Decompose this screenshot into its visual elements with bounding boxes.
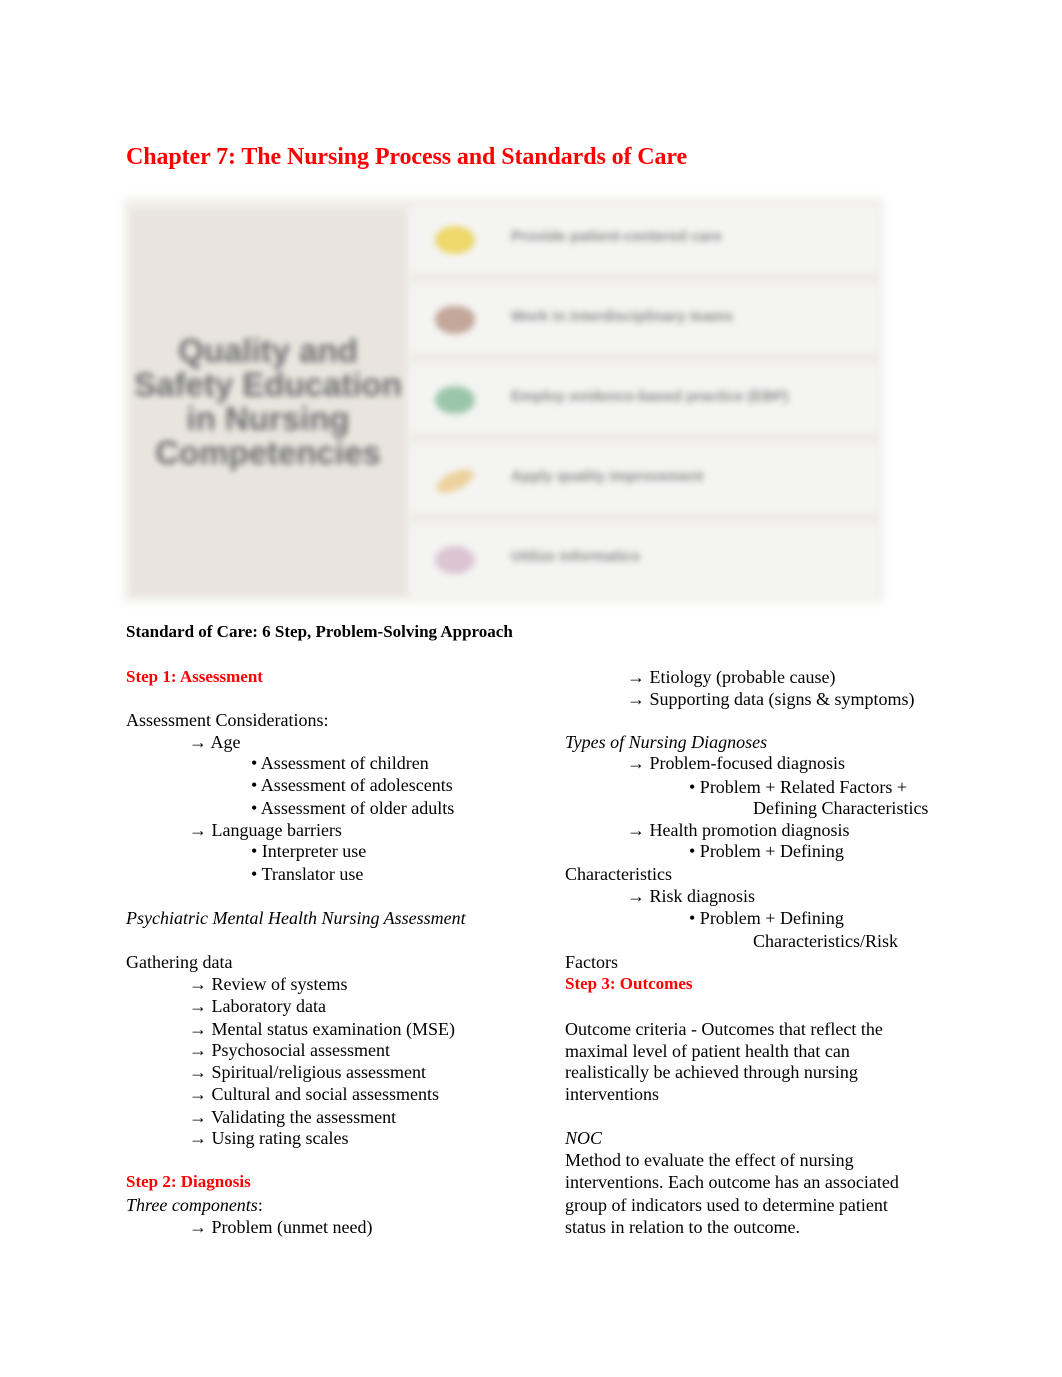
infographic-item-label: Employ evidence-based practice (EBP) [511,388,789,405]
sun-icon [435,226,475,254]
step2-heading: Step 2: Diagnosis [126,1172,251,1191]
infographic-items: Provide patient-centered care Work in in… [411,206,877,598]
noc-text-line: status in relation to the outcome. [565,1217,800,1237]
age-item: → Age [189,732,241,752]
outcome-criteria-line: maximal level of patient health that can [565,1041,850,1061]
gathering-item: → Spiritual/religious assessment [189,1062,426,1082]
check-icon [433,464,477,498]
diagnosis-type-detail: • Problem + Related Factors + [689,777,908,797]
diagnosis-type-detail: • Problem + Defining [689,841,844,861]
outcome-criteria-line: interventions [565,1084,659,1104]
diagnosis-type: → Problem-focused diagnosis [627,753,845,773]
infographic-item-label: Work in interdisciplinary teams [511,308,734,325]
gathering-item: → Psychosocial assessment [189,1040,390,1060]
outcome-criteria-line: Outcome criteria - Outcomes that reflect… [565,1019,883,1039]
assessment-considerations-label: Assessment Considerations: [126,710,329,730]
qsen-infographic: Quality and Safety Education in Nursing … [126,200,881,600]
diagnosis-types-heading: Types of Nursing Diagnoses [565,732,768,752]
gathering-data-label: Gathering data [126,952,233,972]
three-components-label: Three components: [126,1194,263,1216]
infographic-item-label: Provide patient-centered care [511,228,722,245]
age-subitem: • Assessment of adolescents [251,775,453,795]
infographic-item: Provide patient-centered care [411,206,877,282]
diagnosis-type-detail: Characteristics/Risk [753,931,898,951]
diagnosis-type-detail: Defining Characteristics [753,798,929,818]
infographic-item: Employ evidence-based practice (EBP) [411,366,877,442]
team-icon [435,306,475,334]
gathering-item: → Using rating scales [189,1128,349,1148]
three-components-colon: : [257,1195,263,1215]
psych-assessment-heading: Psychiatric Mental Health Nursing Assess… [126,908,466,928]
infographic-item: Apply quality improvement [411,446,877,522]
section-heading: Standard of Care: 6 Step, Problem-Solvin… [126,622,513,641]
language-subitem: • Translator use [251,864,364,884]
noc-text-line: Method to evaluate the effect of nursing [565,1150,854,1170]
step3-heading: Step 3: Outcomes [565,974,693,993]
noc-text-line: group of indicators used to determine pa… [565,1195,888,1215]
informatics-icon [435,546,475,574]
gathering-item: → Validating the assessment [189,1107,397,1127]
supporting-data-component: → Supporting data (signs & symptoms) [627,689,915,709]
etiology-component: → Etiology (probable cause) [627,667,836,687]
diagnosis-type: → Health promotion diagnosis [627,820,850,840]
noc-text-line: interventions. Each outcome has an assoc… [565,1172,899,1192]
problem-component: → Problem (unmet need) [189,1217,373,1237]
diagnosis-type-detail: Factors [565,952,618,972]
infographic-title: Quality and Safety Education in Nursing … [134,332,402,471]
noc-heading: NOC [565,1128,603,1148]
diagnosis-type-detail: • Problem + Defining [689,908,844,928]
language-barriers-item: → Language barriers [189,820,342,840]
infographic-item-label: Utilize informatics [511,548,641,565]
diagnosis-type-detail: Characteristics [565,864,672,884]
document-title: Chapter 7: The Nursing Process and Stand… [126,144,688,170]
step1-heading: Step 1: Assessment [126,667,263,686]
age-subitem: • Assessment of older adults [251,798,455,818]
three-components-text: Three components [126,1195,258,1215]
infographic-item-label: Apply quality improvement [511,468,704,485]
gathering-item: → Laboratory data [189,996,326,1016]
diagnosis-type: → Risk diagnosis [627,886,756,906]
infographic-item: Utilize informatics [411,526,877,598]
infographic-item: Work in interdisciplinary teams [411,286,877,362]
evidence-icon [435,386,475,414]
language-subitem: • Interpreter use [251,841,367,861]
gathering-item: → Cultural and social assessments [189,1084,439,1104]
gathering-item: → Review of systems [189,974,348,994]
gathering-item: → Mental status examination (MSE) [189,1019,455,1039]
age-subitem: • Assessment of children [251,753,429,773]
infographic-title-panel: Quality and Safety Education in Nursing … [130,208,406,596]
outcome-criteria-line: realistically be achieved through nursin… [565,1062,858,1082]
